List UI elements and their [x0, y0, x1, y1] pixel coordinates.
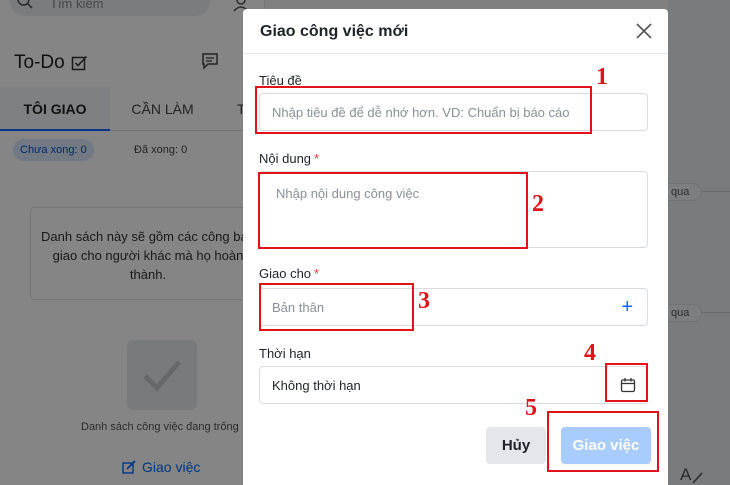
- cancel-button[interactable]: Hủy: [486, 427, 546, 464]
- deadline-field[interactable]: Không thời hạn: [259, 366, 648, 404]
- content-label: Nội dung *: [259, 151, 319, 166]
- annotation-box-1: [255, 86, 592, 134]
- annotation-box-2: [258, 172, 528, 249]
- dialog-header: Giao công việc mới: [243, 9, 668, 54]
- annotation-number-2: 2: [532, 191, 544, 217]
- assignee-label-text: Giao cho: [259, 266, 312, 281]
- required-mark: *: [314, 266, 320, 281]
- deadline-value: Không thời hạn: [272, 378, 361, 393]
- annotation-number-5: 5: [525, 395, 537, 421]
- add-assignee-button[interactable]: +: [621, 297, 633, 317]
- dialog-title: Giao công việc mới: [260, 23, 409, 40]
- deadline-label: Thời hạn: [259, 346, 311, 361]
- annotation-box-3: [259, 283, 414, 331]
- annotation-box-4: [605, 363, 648, 402]
- annotation-number-4: 4: [584, 340, 596, 366]
- close-icon[interactable]: [634, 21, 654, 41]
- annotation-number-1: 1: [596, 64, 608, 90]
- required-mark: *: [314, 151, 320, 166]
- annotation-number-3: 3: [418, 288, 430, 314]
- assignee-label: Giao cho *: [259, 266, 319, 281]
- annotation-box-5: [547, 411, 659, 472]
- content-label-text: Nội dung: [259, 151, 312, 166]
- deadline-label-text: Thời hạn: [259, 346, 311, 361]
